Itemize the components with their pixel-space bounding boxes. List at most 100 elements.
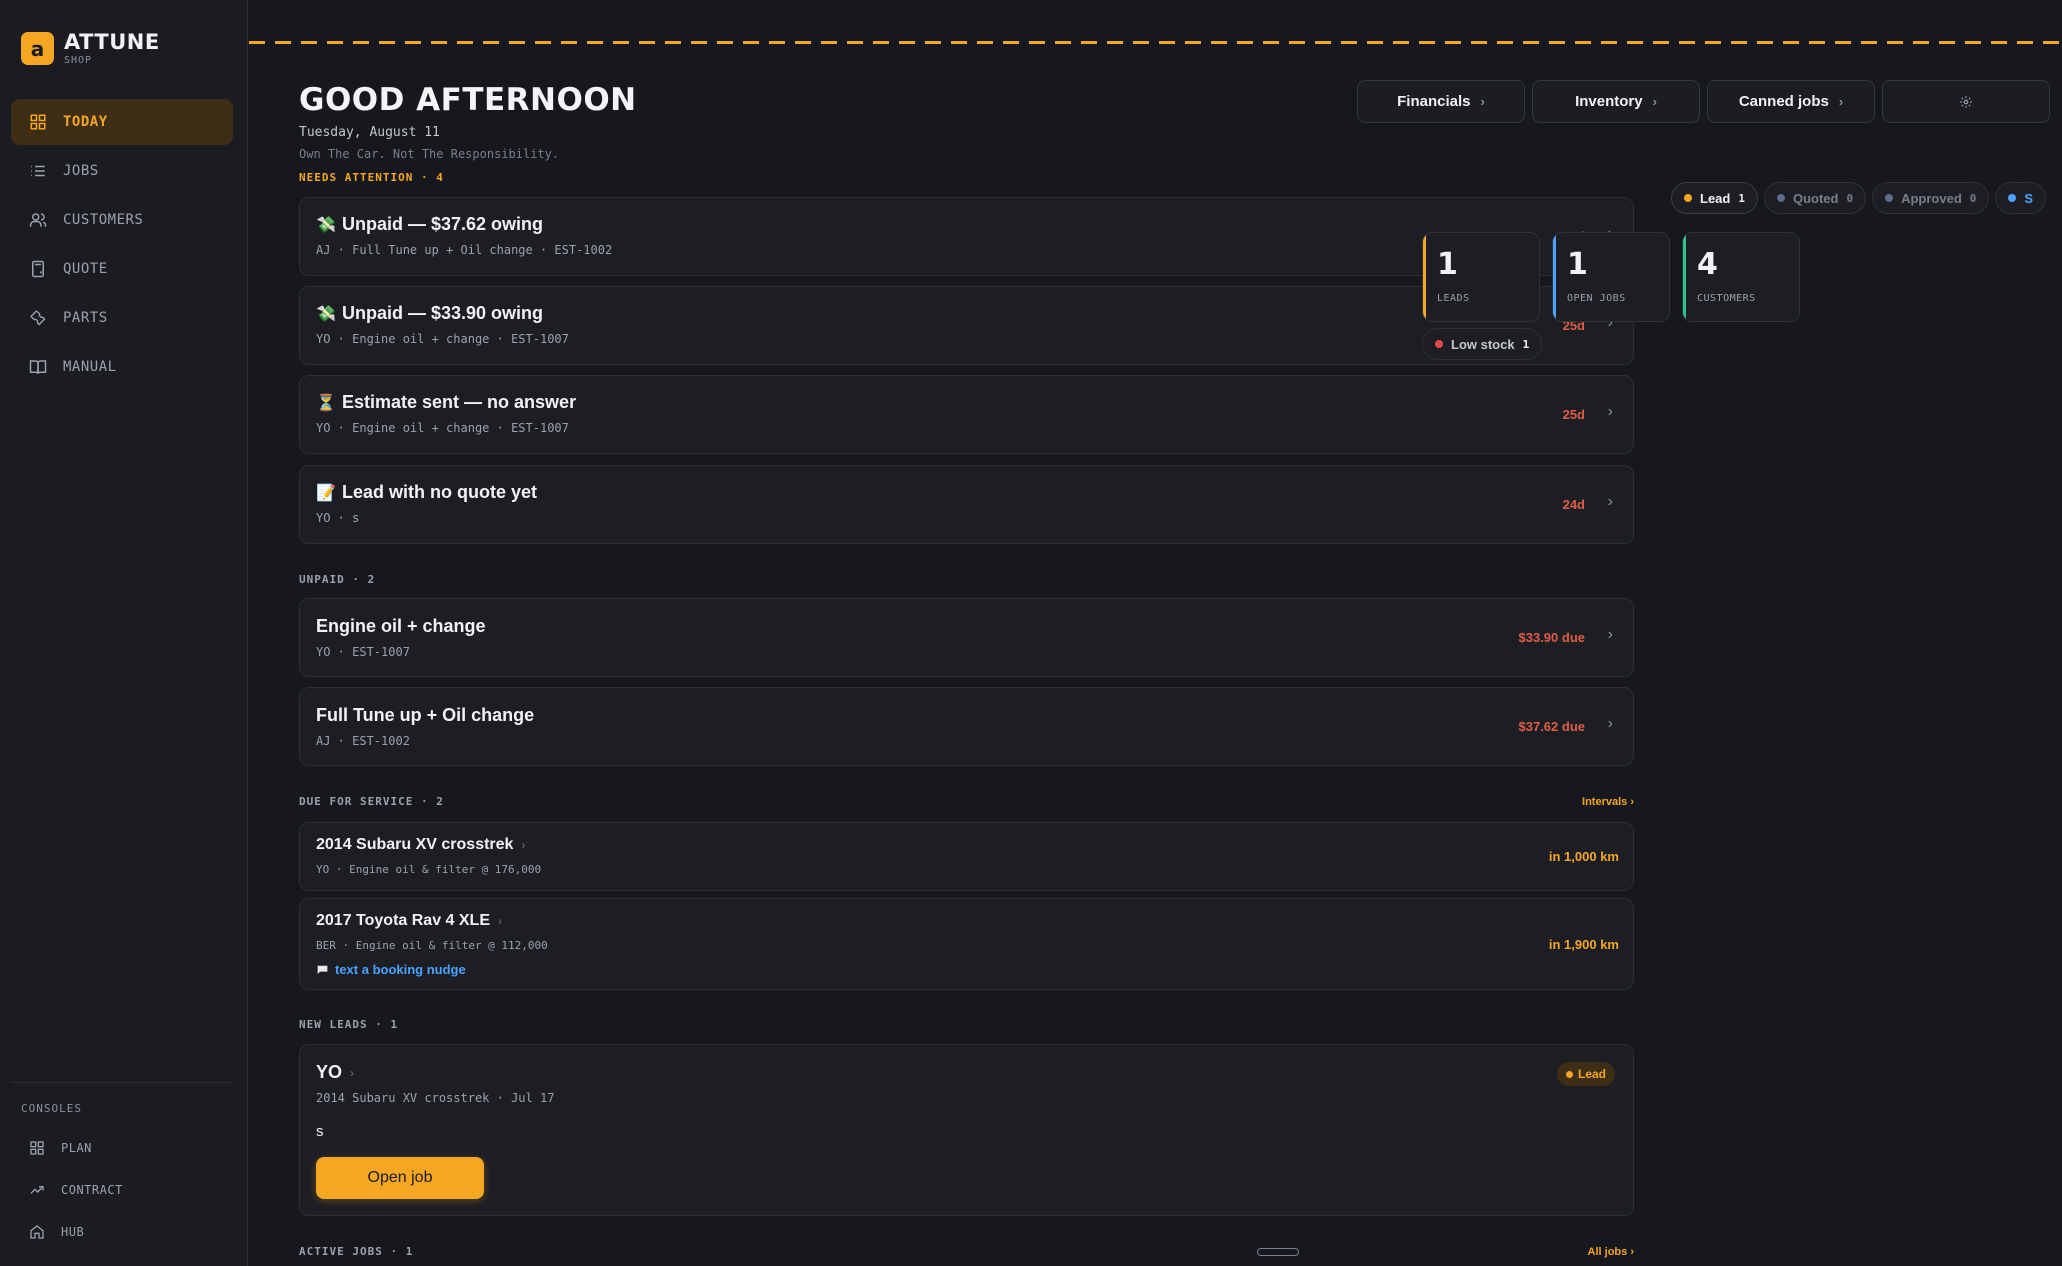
console-item-plan[interactable]: PLAN — [11, 1127, 233, 1169]
nav-item-quote[interactable]: QUOTE — [11, 246, 233, 292]
status-dot — [1885, 194, 1894, 202]
lead-name: YO › — [316, 1062, 354, 1083]
stat-card-open-jobs[interactable]: 1 OPEN JOBS — [1552, 232, 1670, 322]
nav-item-label: CUSTOMERS — [63, 212, 144, 228]
top-action-buttons: Financials › Inventory › Canned jobs › — [1357, 80, 2050, 123]
attention-item-sub: AJ · Full Tune up + Oil change · EST-100… — [316, 243, 613, 257]
chevron-right-icon: › — [498, 914, 502, 928]
header-dashed-divider — [249, 41, 2062, 44]
amount-due: $33.90 due — [1518, 630, 1586, 645]
service-item-sub: BER · Engine oil & filter @ 112,000 — [316, 939, 548, 952]
users-icon — [29, 213, 47, 227]
attention-item-title: 💸 Unpaid — $37.62 owing — [316, 214, 543, 235]
nav-item-manual[interactable]: MANUAL — [11, 344, 233, 390]
nav-item-label: JOBS — [63, 163, 99, 179]
open-job-button[interactable]: Open job — [316, 1157, 484, 1199]
calculator-icon — [32, 260, 44, 278]
vehicle-name: 2014 Subaru XV crosstrek — [316, 836, 514, 853]
scroll-indicator[interactable] — [1257, 1248, 1299, 1256]
attention-item-sub: YO · s — [316, 511, 360, 525]
brand-logo: a — [21, 32, 54, 65]
stat-value: 4 — [1697, 247, 1718, 282]
service-item[interactable]: 2017 Toyota Rav 4 XLE › BER · Engine oil… — [299, 898, 1634, 990]
chevron-right-icon: › — [1607, 626, 1613, 643]
unpaid-item-title: Engine oil + change — [316, 616, 486, 636]
consoles-section: CONSOLES PLAN CONTRACT HUB — [11, 1082, 233, 1253]
pipeline-pill-quoted[interactable]: Quoted 0 — [1763, 182, 1867, 214]
inventory-button[interactable]: Inventory › — [1532, 80, 1700, 123]
chat-bubble-icon — [317, 965, 328, 974]
nav-item-label: MANUAL — [63, 359, 117, 375]
chevron-right-icon: › — [1838, 94, 1844, 109]
accent-bar — [1683, 233, 1686, 321]
link-label: All jobs — [1587, 1246, 1628, 1258]
settings-button[interactable] — [1882, 80, 2050, 123]
brand-sub: SHOP — [64, 55, 93, 66]
status-dot — [1435, 340, 1443, 348]
financials-button[interactable]: Financials › — [1357, 80, 1525, 123]
brand-name: ATTUNE — [64, 30, 160, 54]
console-item-label: PLAN — [61, 1141, 92, 1155]
pipeline-pill-lead[interactable]: Lead 1 — [1671, 182, 1758, 214]
stats-row: 1 LEADS 1 OPEN JOBS 4 CUSTOMERS — [1422, 232, 1800, 322]
console-item-label: CONTRACT — [61, 1183, 123, 1197]
nav-item-jobs[interactable]: JOBS — [11, 148, 233, 194]
chevron-right-icon: › — [521, 838, 526, 852]
sidebar: a ATTUNE SHOP TODAY JOBS CUSTOMERS QUOTE… — [0, 0, 248, 1266]
status-dot — [1776, 194, 1785, 202]
stat-value: 1 — [1437, 247, 1458, 282]
list-icon — [31, 165, 45, 177]
attention-title-text: Estimate sent — no answer — [342, 392, 577, 412]
canned-jobs-button[interactable]: Canned jobs › — [1707, 80, 1875, 123]
vehicle-name: 2017 Toyota Rav 4 XLE — [316, 912, 490, 929]
pipeline-pill-approved[interactable]: Approved 0 — [1872, 182, 1990, 214]
status-dot — [2008, 194, 2017, 202]
console-item-contract[interactable]: CONTRACT — [11, 1169, 233, 1211]
service-item[interactable]: 2014 Subaru XV crosstrek › YO · Engine o… — [299, 822, 1634, 891]
link-label: Intervals — [1582, 796, 1628, 808]
booking-nudge-link[interactable]: text a booking nudge — [316, 962, 466, 977]
nav-item-today[interactable]: TODAY — [11, 99, 233, 145]
attention-title-text: Unpaid — $37.62 owing — [342, 214, 544, 234]
trend-icon — [30, 1186, 44, 1194]
brand[interactable]: a ATTUNE SHOP — [21, 31, 160, 66]
current-date: Tuesday, August 11 — [299, 125, 440, 140]
nav-item-customers[interactable]: CUSTOMERS — [11, 197, 233, 243]
low-stock-pill[interactable]: Low stock 1 — [1422, 328, 1543, 360]
unpaid-item[interactable]: Full Tune up + Oil change AJ · EST-1002 … — [299, 687, 1634, 766]
all-jobs-link[interactable]: All jobs › — [1588, 1246, 1634, 1258]
service-item-sub: YO · Engine oil & filter @ 176,000 — [316, 863, 542, 876]
memo-icon: 📝 — [316, 484, 336, 502]
status-badge: Lead — [1556, 1062, 1615, 1086]
vehicle-title: 2017 Toyota Rav 4 XLE › — [316, 912, 502, 930]
pipeline-filter: Lead 1 Quoted 0 Approved 0 S — [1671, 182, 2062, 218]
console-item-hub[interactable]: HUB — [11, 1211, 233, 1253]
page-title: GOOD AFTERNOON — [299, 82, 637, 118]
gear-icon — [1960, 95, 1972, 108]
button-label: Canned jobs — [1738, 93, 1829, 110]
attention-item[interactable]: ⏳ Estimate sent — no answer YO · Engine … — [299, 375, 1634, 454]
console-item-label: HUB — [61, 1225, 85, 1239]
main-content: GOOD AFTERNOON Tuesday, August 11 Own Th… — [249, 0, 2062, 1266]
unpaid-item-sub: AJ · EST-1002 — [316, 734, 410, 748]
unpaid-label: UNPAID · 2 — [299, 573, 376, 586]
attention-item[interactable]: 📝 Lead with no quote yet YO · s 24d › — [299, 465, 1634, 544]
age-badge: 25d — [1562, 407, 1585, 422]
age-badge: 24d — [1562, 497, 1585, 512]
stat-label: LEADS — [1437, 293, 1470, 304]
stat-value: 1 — [1567, 247, 1588, 282]
chevron-right-icon: › — [1630, 1246, 1634, 1258]
unpaid-item[interactable]: Engine oil + change YO · EST-1007 $33.90… — [299, 598, 1634, 677]
chevron-right-icon: › — [1652, 94, 1657, 109]
intervals-link[interactable]: Intervals › — [1582, 796, 1634, 808]
stat-card-leads[interactable]: 1 LEADS — [1422, 232, 1540, 322]
low-stock-label: Low stock — [1451, 336, 1515, 352]
unpaid-item-title: Full Tune up + Oil change — [316, 705, 535, 725]
attention-title-text: Unpaid — $33.90 owing — [342, 303, 544, 323]
pipeline-pill-scheduled[interactable]: S — [1995, 182, 2047, 214]
lead-card[interactable]: YO › 2014 Subaru XV crosstrek · Jul 17 s… — [299, 1044, 1634, 1216]
stat-card-customers[interactable]: 4 CUSTOMERS — [1682, 232, 1800, 322]
home-icon — [30, 1225, 44, 1239]
attention-item-sub: YO · Engine oil + change · EST-1007 — [316, 332, 569, 346]
nav-item-parts[interactable]: PARTS — [11, 295, 233, 341]
